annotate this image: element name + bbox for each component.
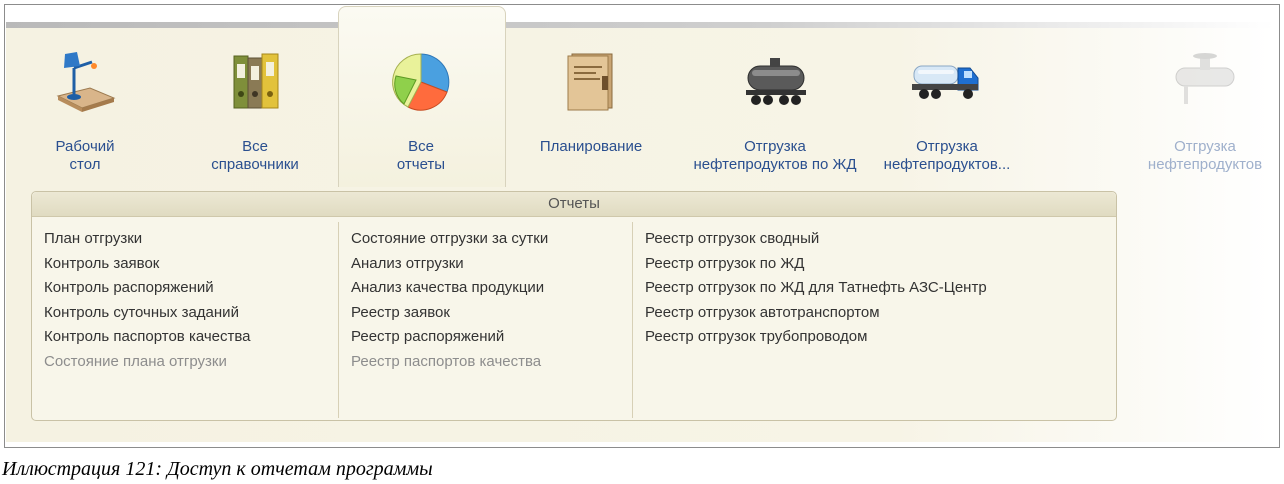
section-planning[interactable]: Планирование: [506, 28, 676, 188]
reports-column-3: Реестр отгрузок сводный Реестр отгрузок …: [645, 227, 987, 350]
section-auto[interactable]: Отгрузка нефтепродуктов...: [862, 28, 1032, 188]
tanker-truck-icon: [912, 46, 982, 116]
pie-chart-icon: [386, 46, 456, 116]
section-pipe-label: Отгрузка нефтепродуктов: [1147, 138, 1263, 173]
section-reports[interactable]: Все отчеты: [336, 28, 506, 188]
report-link-disabled[interactable]: Реестр паспортов качества: [351, 350, 548, 375]
report-link[interactable]: Состояние отгрузки за сутки: [351, 227, 548, 252]
binders-icon: [220, 46, 290, 116]
report-link[interactable]: Контроль паспортов качества: [44, 325, 251, 350]
reports-panel: Отчеты План отгрузки Контроль заявок Кон…: [31, 191, 1117, 421]
reports-column-1: План отгрузки Контроль заявок Контроль р…: [44, 227, 251, 374]
section-rail[interactable]: Отгрузка нефтепродуктов по ЖД: [690, 28, 860, 188]
report-link[interactable]: Контроль суточных заданий: [44, 301, 251, 326]
report-link[interactable]: Реестр отгрузок автотранспортом: [645, 301, 987, 326]
report-link[interactable]: Реестр отгрузок по ЖД: [645, 252, 987, 277]
section-directories-label: Все справочники: [211, 138, 299, 173]
tank-car-icon: [740, 46, 810, 116]
reports-header: Отчеты: [32, 192, 1116, 217]
report-link[interactable]: Реестр распоряжений: [351, 325, 548, 350]
section-pipe[interactable]: Отгрузка нефтепродуктов: [1120, 28, 1284, 188]
report-link[interactable]: Реестр отгрузок по ЖД для Татнефть АЗС-Ц…: [645, 276, 987, 301]
section-rail-label: Отгрузка нефтепродуктов по ЖД: [693, 138, 857, 173]
reports-column-2: Состояние отгрузки за сутки Анализ отгру…: [351, 227, 548, 374]
report-link[interactable]: Реестр отгрузок сводный: [645, 227, 987, 252]
section-planning-label: Планирование: [539, 138, 643, 155]
figure-caption: Иллюстрация 121: Доступ к отчетам програ…: [2, 458, 433, 480]
folder-icon: [556, 46, 626, 116]
report-link[interactable]: План отгрузки: [44, 227, 251, 252]
report-link-disabled[interactable]: Состояние плана отгрузки: [44, 350, 251, 375]
column-divider: [632, 222, 633, 418]
report-link[interactable]: Реестр заявок: [351, 301, 548, 326]
report-link[interactable]: Реестр отгрузок трубопроводом: [645, 325, 987, 350]
section-directories[interactable]: Все справочники: [170, 28, 340, 188]
pipe-valve-icon: [1170, 46, 1240, 116]
report-link[interactable]: Анализ отгрузки: [351, 252, 548, 277]
report-link[interactable]: Контроль распоряжений: [44, 276, 251, 301]
report-link[interactable]: Анализ качества продукции: [351, 276, 548, 301]
desk-lamp-icon: [50, 46, 120, 116]
column-divider: [338, 222, 339, 418]
section-auto-label: Отгрузка нефтепродуктов...: [883, 138, 1011, 173]
report-link[interactable]: Контроль заявок: [44, 252, 251, 277]
section-desktop[interactable]: Рабочий стол: [0, 28, 170, 188]
section-reports-label: Все отчеты: [396, 138, 446, 173]
section-desktop-label: Рабочий стол: [55, 138, 115, 173]
